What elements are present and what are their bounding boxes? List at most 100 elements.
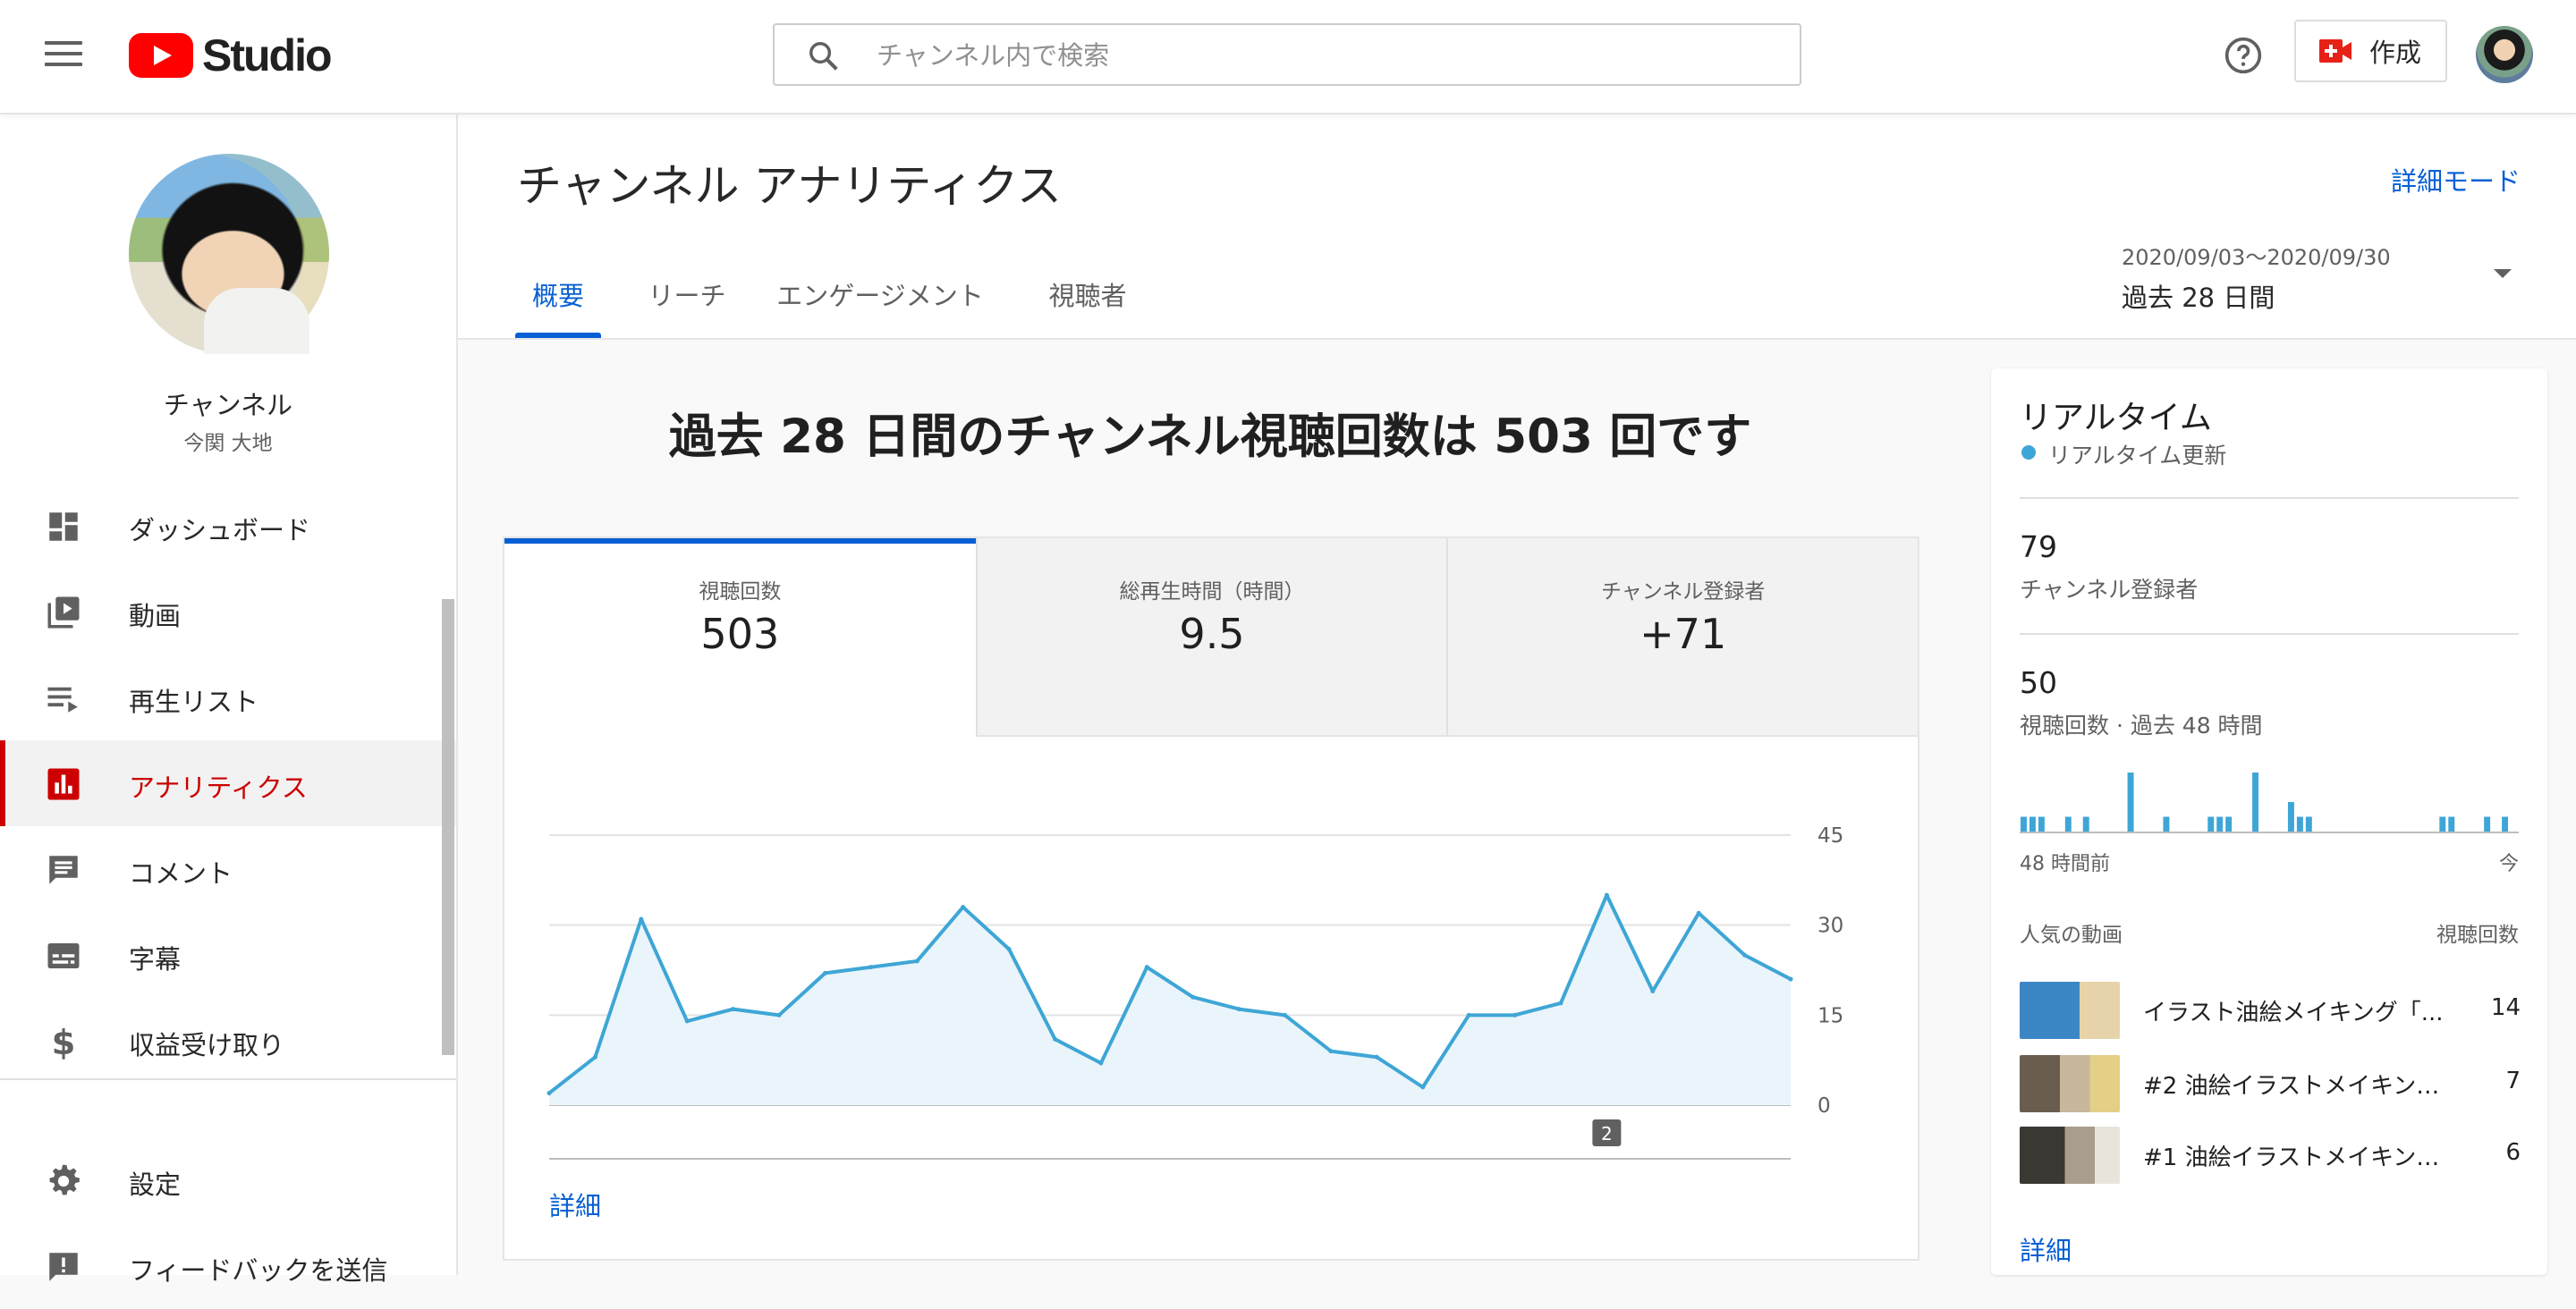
chevron-down-icon[interactable]	[2494, 269, 2512, 278]
hamburger-menu-icon[interactable]	[45, 39, 82, 68]
dollar-icon: $	[52, 1023, 76, 1060]
detail-mode-link[interactable]: 詳細モード	[2391, 161, 2521, 198]
data-point	[822, 970, 827, 975]
top-header: Studio 作成	[0, 0, 2576, 114]
sidebar: チャンネル 今関 大地 ダッシュボード 動画 再生リスト アナリティクス コメン…	[0, 114, 458, 1286]
data-point	[1374, 1054, 1379, 1060]
video-title: #2 油絵イラストメイキング...	[2143, 1073, 2447, 1100]
sidebar-item-videos[interactable]: 動画	[0, 569, 456, 654]
sidebar-item-dashboard[interactable]: ダッシュボード	[0, 483, 456, 569]
realtime-bar	[2207, 816, 2215, 832]
details-link[interactable]: 詳細	[549, 1186, 601, 1223]
views-chart: 015304522020/09/...2020/09/082020/09/122…	[547, 824, 1843, 1160]
data-point	[1466, 1012, 1471, 1018]
video-thumbnail	[2020, 1127, 2120, 1184]
popular-video-row[interactable]: #2 油絵イラストメイキング... 7	[2020, 1055, 2521, 1114]
realtime-axis-start: 48 時間前	[2020, 853, 2110, 875]
y-tick-label: 0	[1818, 1094, 1831, 1118]
metric-value: 9.5	[1179, 610, 1245, 658]
sidebar-item-comments[interactable]: コメント	[0, 826, 456, 912]
sidebar-divider	[0, 1078, 456, 1080]
realtime-bar	[2448, 816, 2455, 832]
create-button[interactable]: 作成	[2294, 20, 2447, 82]
metric-label: チャンネル登録者	[1601, 580, 1766, 604]
studio-logo[interactable]: Studio	[129, 30, 333, 80]
channel-name: 今関 大地	[183, 432, 273, 455]
data-point	[1513, 1012, 1518, 1018]
overview-headline: 過去 28 日間のチャンネル視聴回数は 503 回です	[668, 410, 1752, 464]
data-point	[1558, 1001, 1563, 1006]
svg-text:$: $	[52, 1023, 76, 1060]
sidebar-item-label: コメント	[129, 858, 233, 889]
metric-tabs: 視聴回数 503 総再生時間（時間） 9.5 チャンネル登録者 +71	[504, 538, 1919, 737]
popular-video-row[interactable]: #1 油絵イラストメイキング... 6	[2020, 1127, 2521, 1186]
realtime-subscribers-count: 79	[2020, 529, 2057, 564]
realtime-bar	[2127, 773, 2134, 832]
sidebar-item-playlists[interactable]: 再生リスト	[0, 654, 456, 740]
sidebar-scrollbar[interactable]	[442, 599, 454, 1055]
metric-subscribers[interactable]: チャンネル登録者 +71	[1446, 538, 1919, 737]
create-video-icon	[2319, 39, 2351, 63]
date-range[interactable]: 2020/09/03〜2020/09/30	[2122, 240, 2391, 271]
search-input[interactable]	[875, 34, 1773, 77]
realtime-bar	[2296, 816, 2303, 832]
video-thumbnail	[2020, 1055, 2120, 1112]
data-point	[684, 1018, 690, 1024]
sidebar-item-monetization[interactable]: $ 収益受け取り	[0, 998, 456, 1084]
chart-marker-label: 2	[1601, 1123, 1613, 1144]
sidebar-item-feedback[interactable]: フィードバックを送信	[0, 1223, 456, 1309]
popular-video-row[interactable]: イラスト油絵メイキング「... 14	[2020, 982, 2521, 1041]
analytics-icon	[47, 768, 80, 800]
realtime-bar	[2225, 816, 2233, 832]
popular-videos-header: 人気の動画	[2020, 924, 2123, 947]
feedback-icon	[49, 1253, 78, 1281]
sidebar-item-subtitles[interactable]: 字幕	[0, 912, 456, 998]
metric-views[interactable]: 視聴回数 503	[504, 538, 976, 737]
channel-title: チャンネル	[163, 390, 293, 420]
account-avatar[interactable]	[2476, 26, 2533, 83]
tab-audience[interactable]: 視聴者	[1038, 275, 1138, 338]
search-box[interactable]	[773, 23, 1801, 86]
realtime-title: リアルタイム	[2020, 400, 2212, 436]
sidebar-item-settings[interactable]: 設定	[0, 1137, 456, 1223]
realtime-details-link[interactable]: 詳細	[2020, 1230, 2072, 1268]
sidebar-item-analytics[interactable]: アナリティクス	[0, 740, 456, 826]
metric-watch-time[interactable]: 総再生時間（時間） 9.5	[975, 538, 1447, 737]
video-library-icon	[47, 596, 80, 629]
data-point	[1052, 1036, 1057, 1042]
views-area	[549, 895, 1791, 1105]
youtube-play-icon	[129, 33, 193, 78]
video-title: イラスト油絵メイキング「...	[2143, 1000, 2444, 1026]
live-dot-icon	[2021, 445, 2036, 460]
views-column-header: 視聴回数	[2436, 924, 2519, 947]
comment-icon	[49, 856, 78, 884]
y-tick-label: 30	[1818, 915, 1843, 938]
realtime-bar	[2484, 816, 2491, 832]
data-point	[731, 1007, 736, 1012]
playlist-icon	[47, 687, 78, 713]
sidebar-item-label: フィードバックを送信	[129, 1255, 388, 1286]
realtime-views-count: 50	[2020, 665, 2057, 700]
gear-icon	[49, 1164, 80, 1195]
sidebar-item-label: 字幕	[129, 944, 182, 975]
data-point	[639, 916, 644, 922]
realtime-views-label: 視聴回数 · 過去 48 時間	[2020, 713, 2263, 739]
tab-engagement[interactable]: エンゲージメント	[773, 275, 987, 338]
realtime-bar	[2305, 816, 2312, 832]
metric-value: +71	[1640, 610, 1727, 658]
realtime-bar	[2502, 816, 2509, 832]
data-point	[961, 905, 966, 910]
data-point	[1098, 1060, 1104, 1066]
date-period-selector[interactable]: 過去 28 日間	[2122, 277, 2275, 315]
realtime-subscribers-label: チャンネル登録者	[2020, 577, 2199, 603]
video-title: #1 油絵イラストメイキング...	[2143, 1144, 2447, 1171]
overview-card: 視聴回数 503 総再生時間（時間） 9.5 チャンネル登録者 +71 0 15 3…	[503, 536, 1919, 1261]
data-point	[1696, 910, 1701, 916]
data-point	[914, 959, 919, 964]
y-tick-label: 45	[1818, 824, 1843, 848]
channel-avatar[interactable]	[129, 154, 329, 354]
tab-reach[interactable]: リーチ	[642, 275, 732, 338]
help-icon[interactable]	[2224, 36, 2263, 75]
sidebar-bottom-nav: 設定 フィードバックを送信	[0, 1137, 456, 1309]
tab-overview[interactable]: 概要	[515, 275, 601, 338]
